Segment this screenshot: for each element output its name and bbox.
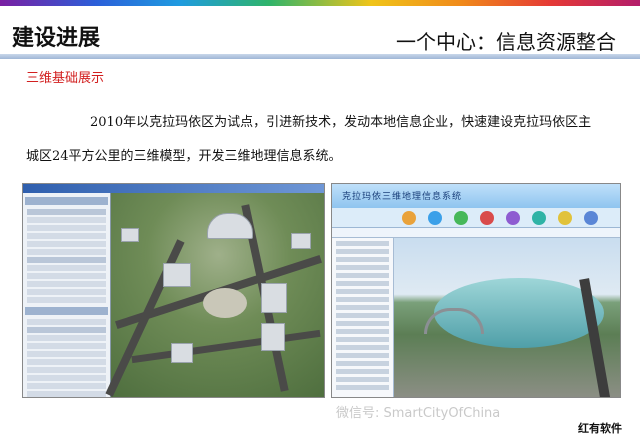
screenshot-3d-gis-system: 克拉玛依三维地理信息系统 — [331, 183, 621, 398]
city-3d-view — [105, 193, 324, 397]
gis-app-title: 克拉玛依三维地理信息系统 — [342, 192, 463, 202]
page-title: 建设进展 — [12, 26, 101, 51]
body-paragraph: 2010年以克拉玛依区为试点，引进新技术，发动本地信息企业，快速建设克拉玛依区主… — [26, 106, 616, 174]
wechat-watermark: 微信号: SmartCityOfChina — [336, 406, 501, 421]
body-line-2: 城区24平方公里的三维模型，开发三维地理信息系统。 — [26, 149, 342, 164]
screenshot-3d-city-model — [22, 183, 325, 398]
gis-icon-bar — [332, 208, 620, 228]
screenshot-layer-panel — [23, 193, 111, 397]
screenshot-titlebar — [23, 184, 324, 193]
gis-app-header: 克拉玛依三维地理信息系统 — [332, 184, 620, 208]
body-line-1: 2010年以克拉玛依区为试点，引进新技术，发动本地信息企业，快速建设克拉玛依区主 — [90, 115, 592, 130]
section-title: 一个中心：信息资源整合 — [396, 30, 616, 54]
header-color-bar — [0, 0, 640, 6]
park-3d-view — [394, 238, 620, 397]
gis-layer-tree — [332, 238, 394, 397]
header-divider — [0, 54, 640, 59]
subtitle: 三维基础展示 — [26, 71, 105, 86]
brand-logo-text: 红有软件 — [578, 422, 622, 435]
gis-toolbar — [332, 228, 620, 238]
